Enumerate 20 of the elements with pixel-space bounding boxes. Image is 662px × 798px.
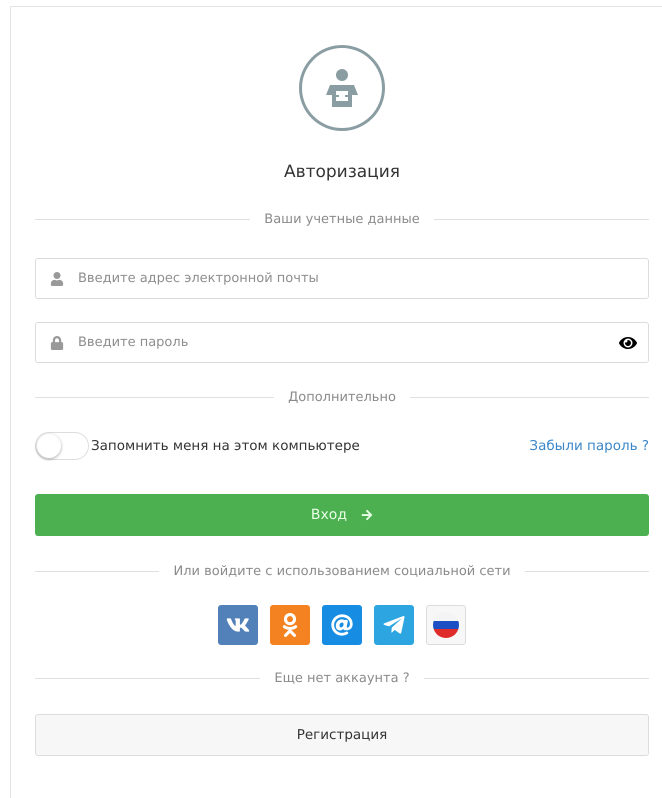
social-login-button[interactable]: [218, 605, 258, 645]
at-icon: [331, 614, 353, 636]
remember-label: Запомнить меня на этом компьютере: [91, 438, 361, 454]
email-field[interactable]: Введите адрес электронной почты: [35, 258, 649, 299]
user-icon: [50, 272, 64, 286]
reader-icon: [324, 69, 360, 107]
page-title: Авторизация: [284, 162, 400, 182]
lock-icon: [50, 336, 64, 350]
section-divider-label: Еще нет аккаунта ?: [274, 671, 410, 686]
section-divider-label: Дополнительно: [288, 390, 396, 405]
password-field[interactable]: Введите пароль: [35, 322, 649, 363]
social-login-button[interactable]: [322, 605, 362, 645]
arrow-icon: [361, 509, 374, 521]
section-divider-label: Ваши учетные данные: [264, 212, 420, 227]
forgot-password-link[interactable]: Забыли пароль ?: [529, 438, 649, 454]
register-button[interactable]: Регистрация: [35, 714, 649, 756]
section-divider-label: Или войдите с использованием социальной сети: [173, 564, 511, 579]
remember-toggle[interactable]: [35, 432, 89, 460]
login-button[interactable]: Вход: [35, 494, 649, 536]
social-login-button[interactable]: [374, 605, 414, 645]
